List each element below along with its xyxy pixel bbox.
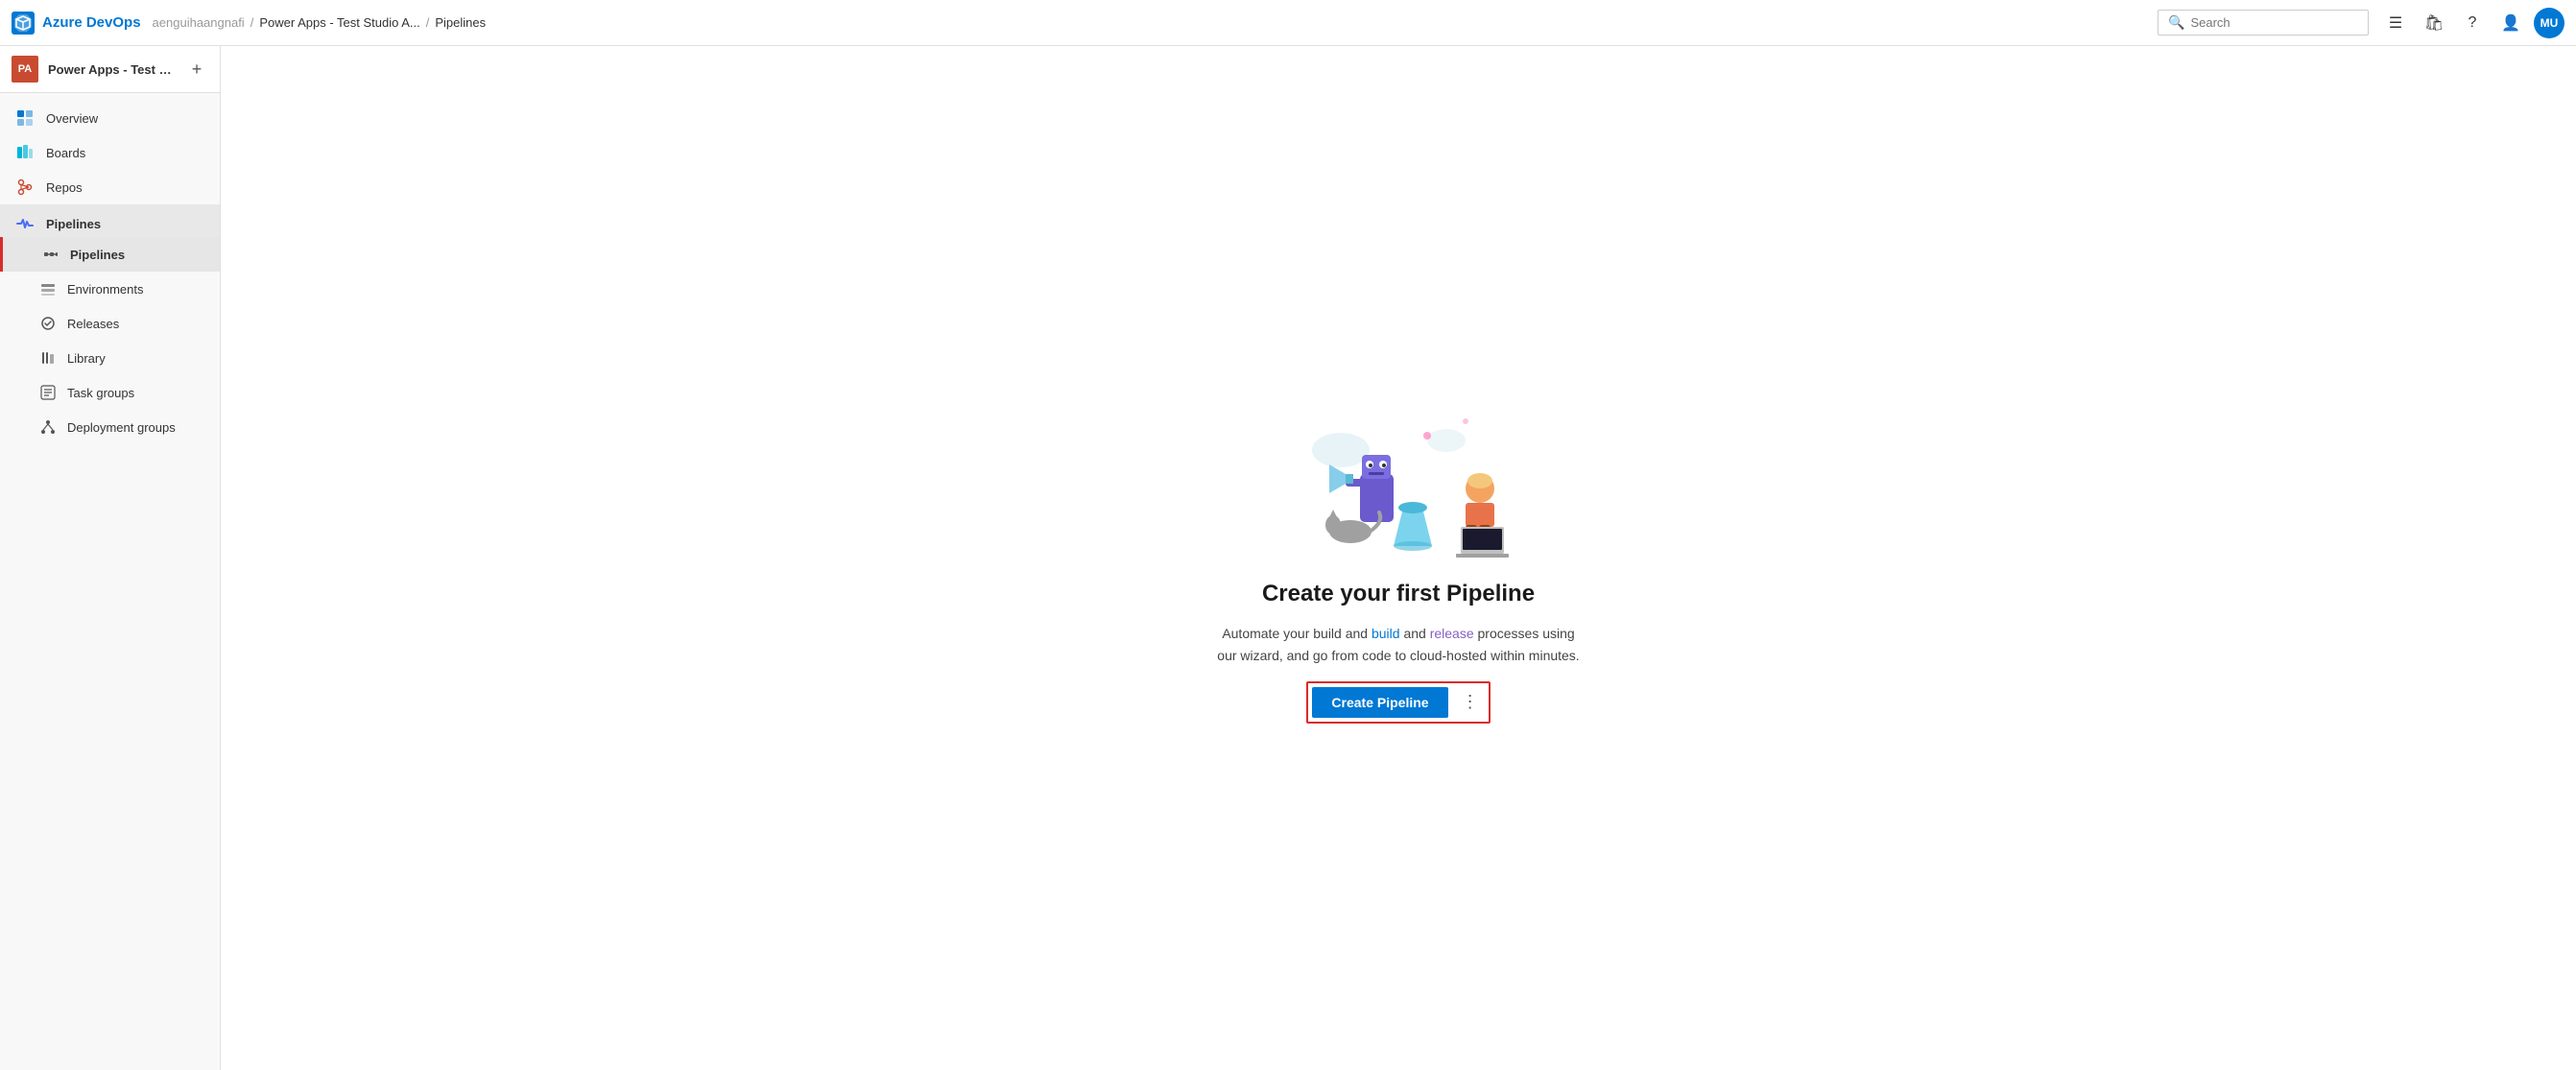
sidebar-item-deployment-groups[interactable]: Deployment groups (0, 410, 220, 444)
sidebar-item-environments[interactable]: Environments (0, 272, 220, 306)
search-icon: 🔍 (2168, 14, 2184, 31)
build-link[interactable]: build (1371, 626, 1400, 641)
repos-label: Repos (46, 180, 83, 195)
boards-label: Boards (46, 146, 85, 160)
breadcrumb-sep2: / (426, 15, 430, 30)
sidebar-project-header: PA Power Apps - Test Stud... + (0, 46, 220, 93)
breadcrumb: aenguihaangnafi / Power Apps - Test Stud… (153, 15, 2146, 30)
deployment-icon (38, 417, 58, 437)
sidebar: PA Power Apps - Test Stud... + Overview (0, 46, 221, 1070)
topbar-actions: ☰ 🛍 ? 👤 MU (2380, 8, 2564, 38)
empty-state-title: Create your first Pipeline (1262, 581, 1535, 607)
empty-state-description: Automate your build and build and releas… (1216, 623, 1581, 666)
sidebar-item-pipelines[interactable]: Pipelines (0, 237, 220, 272)
breadcrumb-project[interactable]: Power Apps - Test Studio A... (259, 15, 419, 30)
project-name: Power Apps - Test Stud... (48, 62, 176, 77)
pipelines-sub-icon (41, 245, 60, 264)
more-options-button[interactable]: ⋮ (1456, 688, 1485, 716)
sidebar-item-releases[interactable]: Releases (0, 306, 220, 341)
pipelines-sub-label: Pipelines (70, 248, 125, 262)
search-box[interactable]: 🔍 (2158, 10, 2369, 36)
marketplace-icon[interactable]: 🛍 (2419, 8, 2449, 38)
library-icon (38, 348, 58, 368)
create-pipeline-actions: Create Pipeline ⋮ (1306, 681, 1490, 724)
boards-icon (15, 143, 35, 162)
taskgroups-icon (38, 383, 58, 402)
release-link[interactable]: release (1430, 626, 1474, 641)
sidebar-item-overview[interactable]: Overview (0, 101, 220, 135)
repos-icon (15, 178, 35, 197)
notifications-icon[interactable]: ☰ (2380, 8, 2411, 38)
app-logo[interactable]: Azure DevOps (12, 12, 141, 35)
releases-label: Releases (67, 317, 119, 331)
sidebar-item-pipelines-section[interactable]: Pipelines (0, 204, 220, 237)
user-settings-icon[interactable]: 👤 (2495, 8, 2526, 38)
avatar[interactable]: MU (2534, 8, 2564, 38)
environments-label: Environments (67, 282, 143, 297)
task-groups-label: Task groups (67, 386, 134, 400)
azure-devops-logo-icon (12, 12, 35, 35)
create-pipeline-button[interactable]: Create Pipeline (1312, 687, 1447, 718)
app-name: Azure DevOps (42, 14, 141, 31)
sidebar-item-task-groups[interactable]: Task groups (0, 375, 220, 410)
breadcrumb-sep1: / (250, 15, 254, 30)
layout: PA Power Apps - Test Stud... + Overview (0, 46, 2576, 1070)
deployment-groups-label: Deployment groups (67, 420, 176, 435)
empty-state: Create your first Pipeline Automate your… (1178, 354, 1619, 762)
sidebar-item-repos[interactable]: Repos (0, 170, 220, 204)
environments-icon (38, 279, 58, 298)
project-avatar: PA (12, 56, 38, 83)
pipelines-section-label: Pipelines (46, 217, 101, 231)
add-project-button[interactable]: + (185, 58, 208, 81)
main-content: Create your first Pipeline Automate your… (221, 46, 2576, 1070)
search-input[interactable] (2190, 15, 2358, 30)
library-label: Library (67, 351, 106, 366)
breadcrumb-current: Pipelines (435, 15, 486, 30)
releases-icon (38, 314, 58, 333)
help-icon[interactable]: ? (2457, 8, 2488, 38)
sidebar-item-boards[interactable]: Boards (0, 135, 220, 170)
pipeline-illustration (1254, 392, 1542, 565)
breadcrumb-org: aenguihaangnafi (153, 15, 245, 30)
pipelines-section-icon (15, 214, 35, 233)
sidebar-nav: Overview Boards (0, 93, 220, 452)
overview-label: Overview (46, 111, 98, 126)
topbar: Azure DevOps aenguihaangnafi / Power App… (0, 0, 2576, 46)
overview-icon (15, 108, 35, 128)
sidebar-item-library[interactable]: Library (0, 341, 220, 375)
